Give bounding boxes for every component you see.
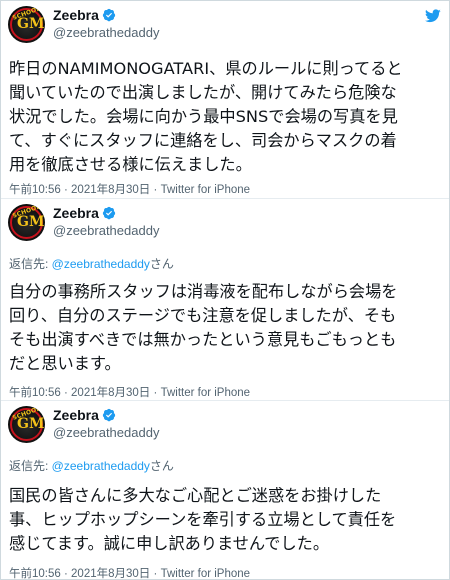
tweet-text-line: 昨日のNAMIMONOGATARI、県のルールに則ってると bbox=[9, 59, 403, 78]
tweet-meta: 午前10:56 · 2021年8月30日 · Twitter for iPhon… bbox=[9, 384, 250, 400]
tweet-text-line: 感じてます。誠に申し訳ありませんでした。 bbox=[9, 534, 330, 553]
meta-separator: · bbox=[153, 184, 158, 196]
author-name[interactable]: Zeebra bbox=[53, 205, 99, 221]
verified-badge-icon bbox=[102, 8, 116, 22]
tweet-text-line: 状況でした。会場に向かう最中SNSで会場の写真を見 bbox=[9, 107, 398, 126]
meta-separator: · bbox=[153, 387, 158, 399]
avatar-letters: GM bbox=[17, 214, 45, 230]
twitter-bird-icon[interactable] bbox=[425, 9, 441, 23]
author-row: Zeebra bbox=[53, 407, 116, 423]
tweet-1[interactable]: SCHOOL GM Zeebra @zeebrathedaddy 昨日のNAMI… bbox=[1, 1, 449, 198]
avatar[interactable]: SCHOOL GM bbox=[8, 406, 45, 443]
tweet-source[interactable]: Twitter for iPhone bbox=[161, 568, 250, 579]
tweet-text-line: 聞いていたので出演しましたが、開けてみたら危険な bbox=[9, 83, 397, 102]
meta-separator: · bbox=[63, 387, 68, 399]
avatar[interactable]: SCHOOL GM bbox=[8, 6, 45, 43]
reply-mention-link[interactable]: @zeebrathedaddy bbox=[52, 459, 150, 473]
tweet-text: 昨日のNAMIMONOGATARI、県のルールに則ってると 聞いていたので出演し… bbox=[9, 57, 447, 177]
tweet-date[interactable]: 2021年8月30日 bbox=[71, 387, 150, 399]
tweet-text-line: 用を徹底させる様に伝えました。 bbox=[9, 155, 252, 174]
tweet-3[interactable]: SCHOOL GM Zeebra @zeebrathedaddy 返信先: @z… bbox=[1, 400, 449, 580]
tweet-time[interactable]: 午前10:56 bbox=[9, 387, 61, 399]
meta-separator: · bbox=[63, 184, 68, 196]
reply-suffix: さん bbox=[149, 459, 174, 473]
avatar-letters: GM bbox=[17, 416, 45, 432]
avatar[interactable]: SCHOOL GM bbox=[8, 204, 45, 241]
tweet-2[interactable]: SCHOOL GM Zeebra @zeebrathedaddy 返信先: @z… bbox=[1, 198, 449, 400]
tweet-time[interactable]: 午前10:56 bbox=[9, 568, 61, 579]
tweet-text-line: 事、ヒップホップシーンを牽引する立場として責任を bbox=[9, 510, 397, 529]
avatar-letters: GM bbox=[17, 16, 45, 32]
tweet-meta: 午前10:56 · 2021年8月30日 · Twitter for iPhon… bbox=[9, 181, 250, 197]
tweet-text-line: 自分の事務所スタッフは消毒液を配布しながら会場を bbox=[9, 282, 398, 301]
tweet-source[interactable]: Twitter for iPhone bbox=[161, 184, 250, 196]
tweet-time[interactable]: 午前10:56 bbox=[9, 184, 61, 196]
tweet-text-line: だと思います。 bbox=[9, 354, 121, 373]
tweet-text: 国民の皆さんに多大なご心配とご迷惑をお掛けした 事、ヒップホップシーンを牽引する… bbox=[9, 484, 447, 556]
tweet-text-line: 国民の皆さんに多大なご心配とご迷惑をお掛けした bbox=[9, 486, 382, 505]
meta-separator: · bbox=[63, 568, 68, 580]
reply-to-line: 返信先: @zeebrathedaddyさん bbox=[9, 255, 174, 272]
reply-prefix: 返信先: bbox=[9, 459, 52, 473]
tweet-text: 自分の事務所スタッフは消毒液を配布しながら会場を 回り、自分のステージでも注意を… bbox=[9, 280, 447, 376]
author-name[interactable]: Zeebra bbox=[53, 7, 99, 23]
tweet-text-line: 回り、自分のステージでも注意を促しましたが、そも bbox=[9, 306, 397, 325]
author-handle[interactable]: @zeebrathedaddy bbox=[53, 425, 159, 440]
tweet-date[interactable]: 2021年8月30日 bbox=[71, 184, 150, 196]
reply-suffix: さん bbox=[149, 257, 174, 271]
author-row: Zeebra bbox=[53, 205, 116, 221]
tweet-source[interactable]: Twitter for iPhone bbox=[161, 387, 250, 399]
author-handle[interactable]: @zeebrathedaddy bbox=[53, 223, 159, 238]
verified-badge-icon bbox=[102, 408, 116, 422]
tweet-meta: 午前10:56 · 2021年8月30日 · Twitter for iPhon… bbox=[9, 565, 250, 580]
tweet-thread-screenshot: SCHOOL GM Zeebra @zeebrathedaddy 昨日のNAMI… bbox=[0, 0, 450, 580]
reply-prefix: 返信先: bbox=[9, 257, 52, 271]
tweet-text-line: そも出演すべきでは無かったという意見もごもっとも bbox=[9, 330, 397, 349]
meta-separator: · bbox=[153, 568, 158, 580]
author-name[interactable]: Zeebra bbox=[53, 407, 99, 423]
verified-badge-icon bbox=[102, 206, 116, 220]
reply-to-line: 返信先: @zeebrathedaddyさん bbox=[9, 457, 174, 474]
tweet-date[interactable]: 2021年8月30日 bbox=[71, 568, 150, 579]
tweet-text-line: て、すぐにスタッフに連絡をし、司会からマスクの着 bbox=[9, 131, 397, 150]
author-handle[interactable]: @zeebrathedaddy bbox=[53, 25, 159, 40]
author-row: Zeebra bbox=[53, 7, 116, 23]
reply-mention-link[interactable]: @zeebrathedaddy bbox=[52, 257, 150, 271]
